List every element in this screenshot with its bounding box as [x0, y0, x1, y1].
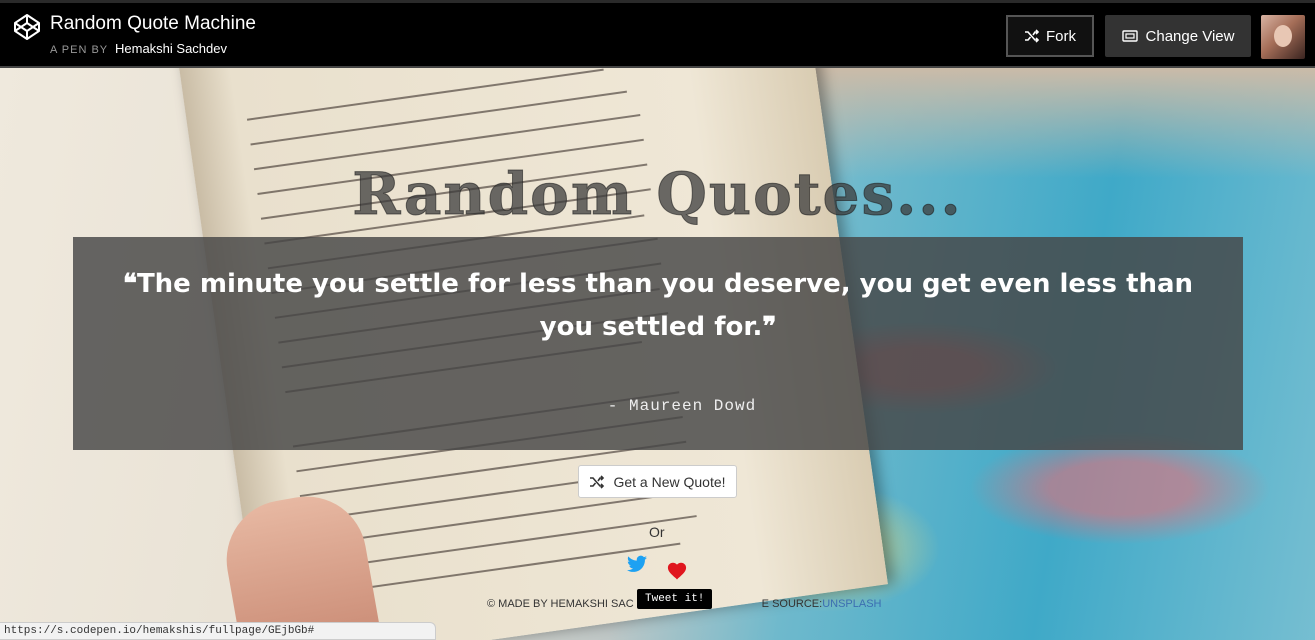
quote-text: ❝The minute you settle for less than you…: [93, 263, 1223, 349]
author-link[interactable]: Hemakshi Sachdev: [115, 41, 227, 56]
codepen-header: Random Quote Machine A PEN BY Hemakshi S…: [0, 0, 1315, 68]
new-quote-button[interactable]: Get a New Quote!: [578, 465, 737, 498]
app-heading: Random Quotes...: [352, 160, 963, 229]
quote-box: ❝The minute you settle for less than you…: [73, 237, 1243, 450]
pen-title: Random Quote Machine: [50, 13, 256, 34]
quote-author: - Maureen Dowd: [607, 397, 757, 415]
footer-source: E SOURCE:: [761, 598, 823, 610]
change-view-button[interactable]: Change View: [1105, 15, 1251, 57]
shuffle-icon: [1025, 29, 1040, 43]
unsplash-link[interactable]: UNSPLASH: [822, 598, 881, 610]
byline-prefix: A PEN BY: [50, 44, 108, 56]
shuffle-icon: [590, 474, 605, 489]
pen-byline: A PEN BY Hemakshi Sachdev: [50, 41, 227, 56]
open-quote-icon: ❝: [122, 269, 137, 299]
heart-icon[interactable]: [666, 560, 688, 580]
new-quote-label: Get a New Quote!: [613, 473, 726, 490]
quote-body: The minute you settle for less than you …: [136, 269, 1194, 342]
close-quote-icon: ❞: [762, 312, 777, 342]
view-icon: [1121, 30, 1138, 42]
or-label: Or: [649, 524, 665, 540]
fork-label: Fork: [1046, 27, 1076, 45]
change-view-label: Change View: [1145, 27, 1235, 45]
user-avatar[interactable]: [1261, 15, 1305, 59]
codepen-logo-icon[interactable]: [13, 13, 41, 41]
footer-credit: © MADE BY HEMAKSHI SAC: [487, 598, 634, 610]
twitter-icon[interactable]: [627, 555, 647, 573]
fork-button[interactable]: Fork: [1006, 15, 1094, 57]
browser-status-bar: https://s.codepen.io/hemakshis/fullpage/…: [0, 622, 436, 640]
tweet-tooltip: Tweet it!: [637, 589, 713, 609]
